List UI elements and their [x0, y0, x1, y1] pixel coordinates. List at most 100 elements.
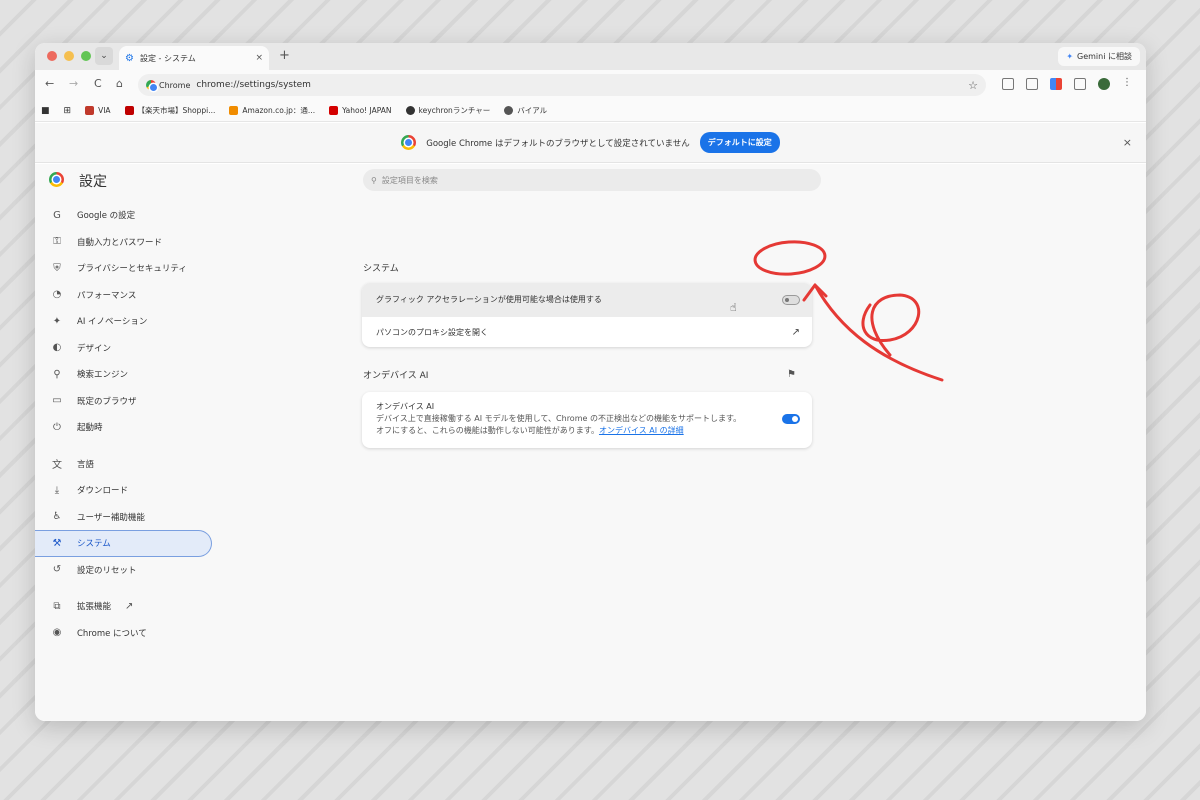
mouse-pointer-icon: ☝: [730, 301, 737, 314]
toggle-knob: [785, 297, 789, 302]
tab-search-button[interactable]: ⌄: [95, 47, 113, 65]
graphics-acceleration-row[interactable]: グラフィック アクセラレーションが使用可能な場合は使用する: [362, 283, 812, 316]
color-extension-icon[interactable]: [1050, 78, 1062, 90]
bookmark-item[interactable]: VIA: [85, 106, 111, 115]
tab-strip: ⌄ ⚙ 設定 - システム × + ✦ Gemini に相談: [35, 43, 1146, 70]
sidebar-item-reset[interactable]: ↺ 設定のリセット: [35, 557, 215, 584]
sidebar-item-google[interactable]: G Google の設定: [35, 202, 215, 229]
shield-icon: ⛨: [53, 262, 61, 274]
sidebar-item-ai[interactable]: ✦ AI イノベーション: [35, 308, 215, 335]
translate-icon: 文: [52, 460, 62, 472]
ondevice-ai-learn-more-link[interactable]: オンデバイス AI の詳細: [599, 426, 684, 435]
sidebar-item-about[interactable]: ◉ Chrome について: [35, 620, 215, 647]
bookmark-label: バイアル: [517, 106, 548, 115]
ondevice-ai-description: デバイス上で直接稼働する AI モデルを使用して、Chrome の不正検出などの…: [376, 414, 742, 423]
bookmark-item[interactable]: バイアル: [504, 105, 547, 116]
sidebar-item-default-browser[interactable]: ▭ 既定のブラウザ: [35, 388, 215, 415]
toggle-knob: [792, 416, 798, 422]
bookmark-item[interactable]: keychronランチャー: [405, 105, 490, 116]
chrome-icon: [49, 172, 64, 187]
favicon-icon: [504, 106, 514, 115]
sidebar-item-design[interactable]: ◐ デザイン: [35, 335, 215, 362]
nav-divider: [35, 441, 215, 451]
site-chip-label: Chrome: [159, 80, 191, 90]
external-link-icon[interactable]: ↗: [792, 327, 800, 338]
proxy-settings-row[interactable]: パソコンのプロキシ設定を開く ↗: [362, 316, 812, 347]
sidebar-item-performance[interactable]: ◔ パフォーマンス: [35, 282, 215, 309]
bookmark-item[interactable]: Yahoo! JAPAN: [329, 106, 392, 115]
site-chip[interactable]: Chrome: [146, 80, 191, 91]
accessibility-icon: ♿: [52, 511, 62, 523]
sidebar-item-label: AI イノベーション: [77, 317, 148, 328]
tab-title: 設定 - システム: [139, 53, 196, 63]
sidebar-item-extensions[interactable]: ⧉ 拡張機能 ↗: [35, 593, 215, 620]
sidebar-item-label: 検索エンジン: [77, 370, 129, 381]
external-link-icon: ↗: [125, 600, 134, 612]
infobar-close-button[interactable]: ×: [1123, 136, 1132, 149]
ondevice-ai-toggle[interactable]: [782, 414, 800, 424]
gear-icon: ⚙: [125, 52, 134, 64]
sparkle-icon: ✦: [1066, 52, 1074, 61]
bookmark-star-icon[interactable]: ☆: [968, 79, 978, 92]
sidebar-item-autofill[interactable]: ⚿ 自動入力とパスワード: [35, 229, 215, 256]
back-button[interactable]: ←: [45, 77, 54, 90]
sidebar-item-system[interactable]: ⚒ システム: [35, 530, 212, 557]
sidebar-item-downloads[interactable]: ⤓ ダウンロード: [35, 477, 215, 504]
chrome-icon: [401, 135, 417, 150]
sidebar-item-label: Chrome について: [77, 628, 147, 639]
address-bar[interactable]: Chrome chrome://settings/system ☆: [138, 74, 986, 96]
set-default-button[interactable]: デフォルトに設定: [699, 132, 780, 153]
home-button[interactable]: ⌂: [116, 77, 123, 90]
sidebar-toggle-icon[interactable]: ■: [41, 106, 50, 116]
forward-button[interactable]: →: [69, 77, 78, 90]
download-icon: ⤓: [54, 484, 60, 496]
sidebar-item-languages[interactable]: 文 言語: [35, 451, 215, 478]
new-tab-button[interactable]: +: [279, 48, 290, 63]
sidebar-item-label: パフォーマンス: [77, 290, 137, 301]
sidebar-item-label: ユーザー補助機能: [77, 512, 145, 523]
minimize-window-button[interactable]: [64, 51, 74, 61]
sidebar-item-search-engine[interactable]: ⚲ 検索エンジン: [35, 361, 215, 388]
sidebar-item-label: 自動入力とパスワード: [77, 237, 163, 248]
extension-icons: ⋮: [1002, 78, 1134, 90]
sidebar-item-startup[interactable]: ⏻ 起動時: [35, 414, 215, 441]
sidebar-item-accessibility[interactable]: ♿ ユーザー補助機能: [35, 504, 215, 531]
graphics-acceleration-toggle[interactable]: [782, 294, 800, 305]
settings-search-input[interactable]: ⚲ 設定項目を検索: [363, 169, 821, 191]
close-window-button[interactable]: [47, 51, 57, 61]
system-card: グラフィック アクセラレーションが使用可能な場合は使用する パソコンのプロキシ設…: [362, 283, 812, 347]
bookmarks-bar: ■ ⊞ VIA 【楽天市場】Shoppi... Amazon.co.jp：通..…: [35, 100, 1146, 122]
ondevice-ai-note: オフにすると、これらの機能は動作しない可能性があります。オンデバイス AI の詳…: [376, 425, 741, 437]
ondevice-ai-title: オンデバイス AI: [376, 402, 435, 411]
puzzle-icon[interactable]: [1074, 78, 1086, 90]
proxy-settings-label: パソコンのプロキシ設定を開く: [376, 327, 488, 337]
bookmark-item[interactable]: Amazon.co.jp：通...: [229, 105, 315, 116]
avatar[interactable]: [1098, 78, 1110, 90]
section-title-system: システム: [363, 264, 399, 274]
sidebar-item-label: システム: [77, 539, 111, 550]
send-extension-icon[interactable]: [1026, 78, 1038, 90]
rss-extension-icon[interactable]: [1002, 78, 1014, 90]
bookmark-label: Yahoo! JAPAN: [342, 106, 392, 115]
bookmark-item[interactable]: 【楽天市場】Shoppi...: [124, 105, 215, 116]
maximize-window-button[interactable]: [81, 51, 91, 61]
tab-settings[interactable]: ⚙ 設定 - システム ×: [119, 46, 269, 70]
key-icon: ⚿: [53, 236, 61, 248]
more-menu-icon[interactable]: ⋮: [1122, 78, 1134, 90]
reload-button[interactable]: C: [94, 77, 102, 90]
section-title-ondevice-ai: オンデバイス AI: [363, 371, 429, 381]
feedback-icon[interactable]: ⚑: [787, 369, 796, 380]
sparkle-icon: ✦: [52, 315, 62, 327]
favicon-icon: [124, 106, 134, 115]
tab-close-button[interactable]: ×: [255, 53, 263, 63]
settings-sidebar: G Google の設定 ⚿ 自動入力とパスワード ⛨ プライバシーとセキュリティ ◔…: [35, 202, 215, 646]
browser-window: ⌄ ⚙ 設定 - システム × + ✦ Gemini に相談 ← → C ⌂ C…: [35, 43, 1146, 721]
gemini-button[interactable]: ✦ Gemini に相談: [1058, 47, 1140, 66]
puzzle-icon: ⧉: [53, 600, 61, 612]
sidebar-item-label: プライバシーとセキュリティ: [77, 264, 187, 275]
apps-grid-icon[interactable]: ⊞: [64, 106, 72, 116]
sidebar-item-privacy[interactable]: ⛨ プライバシーとセキュリティ: [35, 255, 215, 282]
favicon-icon: [329, 106, 339, 115]
url-text[interactable]: chrome://settings/system: [196, 80, 311, 90]
favicon-icon: [229, 106, 239, 115]
